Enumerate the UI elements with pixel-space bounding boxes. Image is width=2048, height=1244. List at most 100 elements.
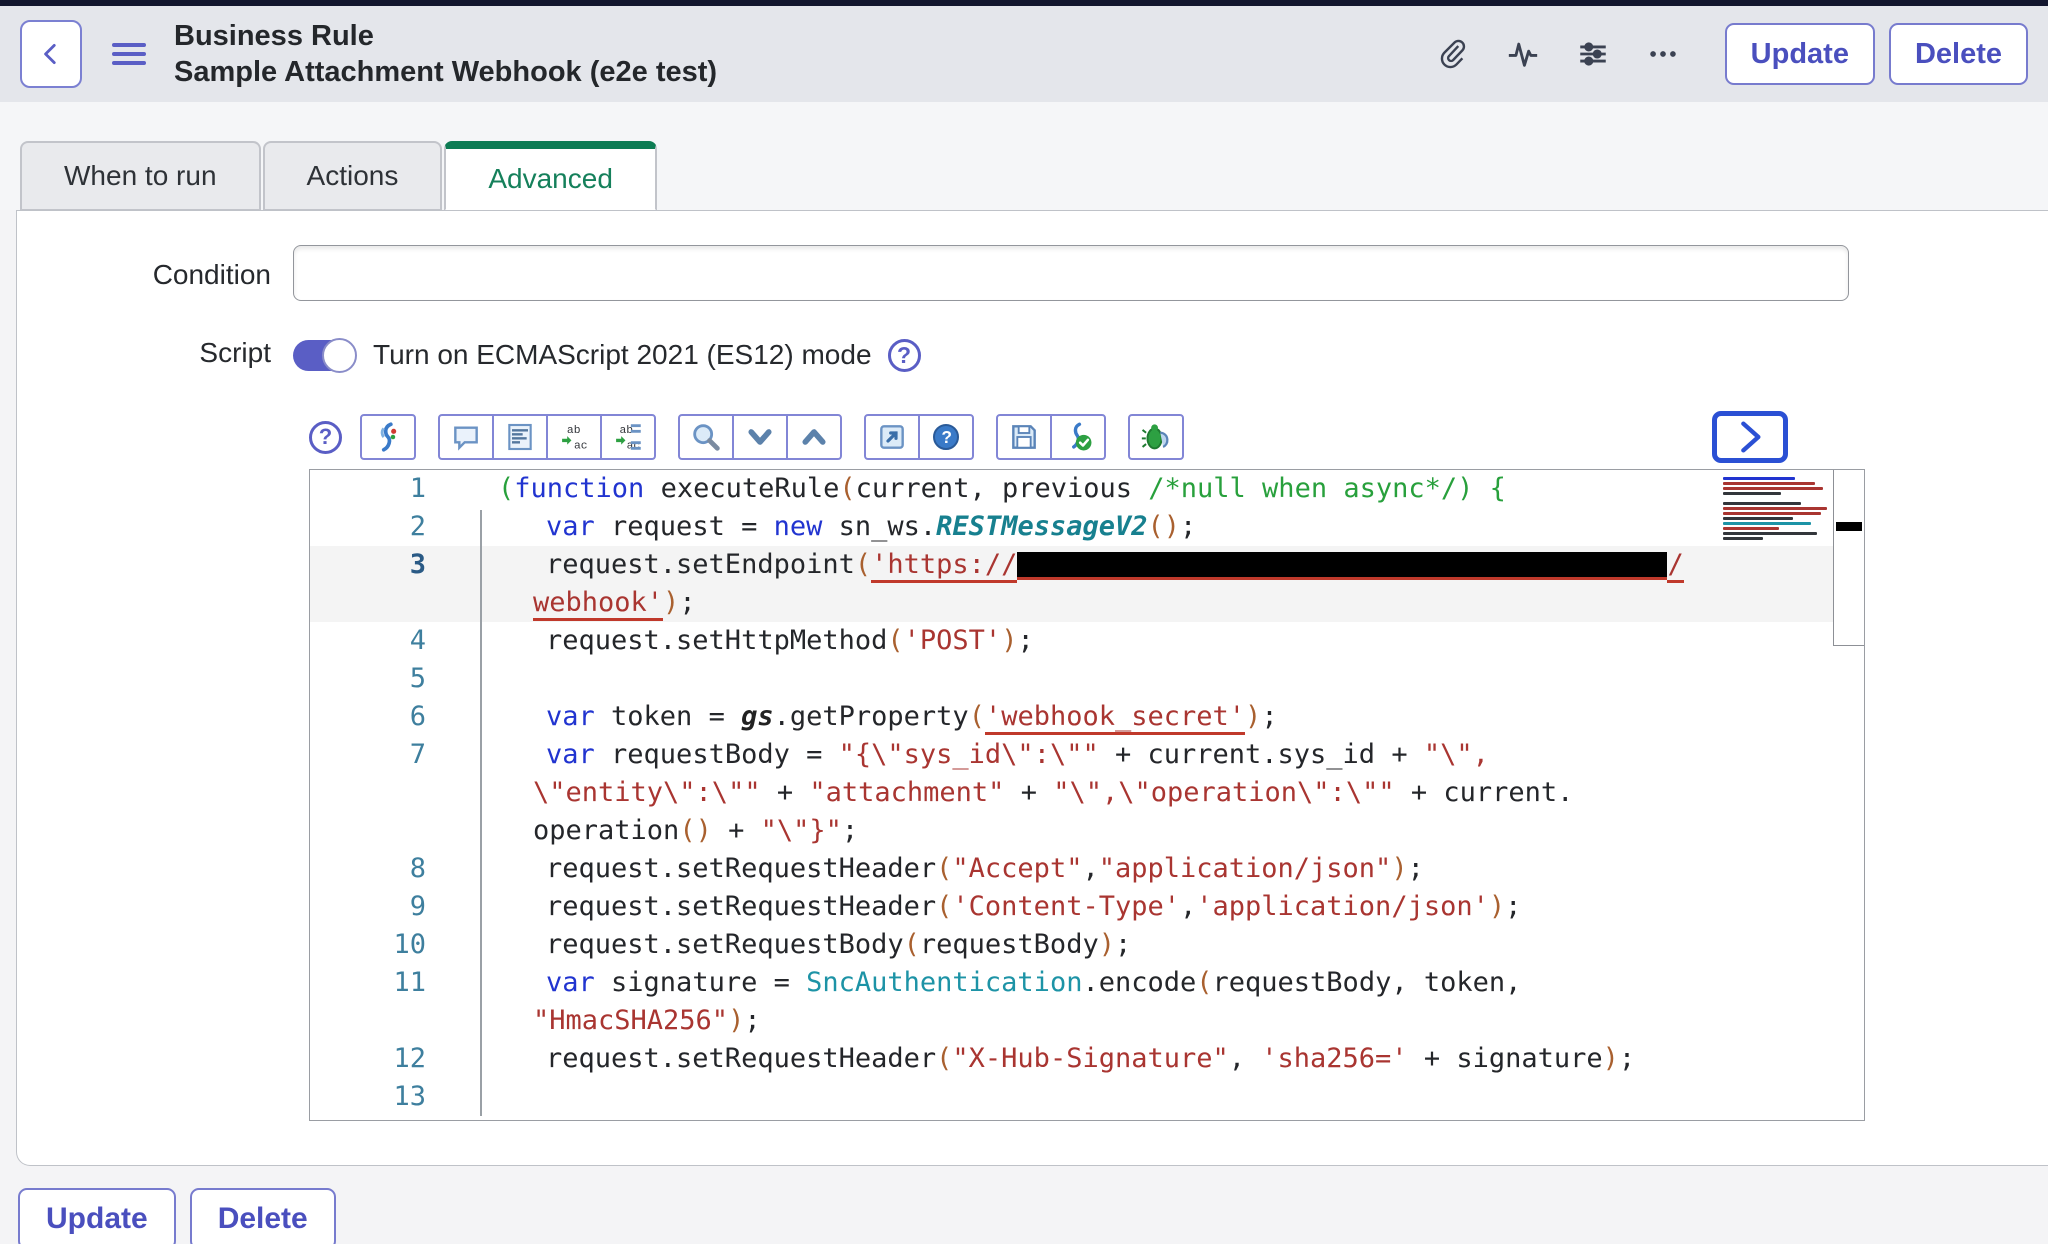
indent-guide [480,510,482,1116]
syntax-check-button[interactable] [1050,414,1106,460]
replace-icon: ab ac [557,420,591,454]
code-text: var signature = SncAuthentication.encode… [458,964,1521,1002]
code-text: request.setRequestHeader("Accept","appli… [458,850,1424,888]
line-number: 5 [310,660,458,698]
update-button-footer[interactable]: Update [18,1188,176,1244]
comment-button[interactable] [438,414,494,460]
svg-text:ac: ac [574,440,588,452]
replace-button[interactable]: ab ac [546,414,602,460]
expand-editor-button[interactable] [1712,411,1788,463]
open-new-window-button[interactable] [864,414,920,460]
code-line[interactable]: 10request.setRequestBody(requestBody); [310,926,1864,964]
code-line[interactable]: webhook'); [310,584,1864,622]
footer-actions: Update Delete [0,1166,2048,1244]
code-text: request.setEndpoint('https:/// [458,546,1684,584]
line-number [310,812,458,850]
redacted-url [1017,552,1667,580]
code-text: (function executeRule(current, previous … [458,470,1506,508]
line-number: 8 [310,850,458,888]
delete-button-footer[interactable]: Delete [190,1188,336,1244]
code-line[interactable]: "HmacSHA256"); [310,1002,1864,1040]
line-number: 12 [310,1040,458,1078]
code-line[interactable]: 12request.setRequestHeader("X-Hub-Signat… [310,1040,1864,1078]
script-code-editor[interactable]: 1(function executeRule(current, previous… [309,469,1865,1121]
chevron-down-icon [745,422,775,452]
code-text: request.setHttpMethod('POST'); [458,622,1034,660]
debug-button[interactable] [1128,414,1184,460]
script-editor-icon [371,420,405,454]
line-number: 11 [310,964,458,1002]
es2021-toggle-label: Turn on ECMAScript 2021 (ES12) mode [373,339,872,371]
code-line[interactable]: 11var signature = SncAuthentication.enco… [310,964,1864,1002]
line-number [310,584,458,622]
line-number: 9 [310,888,458,926]
code-line[interactable]: 3request.setEndpoint('https:/// [310,546,1864,584]
comment-icon [450,421,482,453]
line-number: 1 [310,470,458,508]
find-previous-button[interactable] [786,414,842,460]
update-button[interactable]: Update [1725,23,1875,85]
code-line[interactable]: 2var request = new sn_ws.RESTMessageV2()… [310,508,1864,546]
open-new-window-icon [876,421,908,453]
code-line[interactable]: 1(function executeRule(current, previous… [310,470,1864,508]
svg-text:ab: ab [567,425,581,437]
code-line[interactable]: 13 [310,1078,1864,1116]
line-number: 10 [310,926,458,964]
script-editor-button[interactable] [360,414,416,460]
code-text: var requestBody = "{\"sys_id\":\"" + cur… [458,736,1489,774]
script-label: Script [17,331,293,393]
code-line[interactable]: 5 [310,660,1864,698]
activity-icon[interactable] [1505,36,1541,72]
record-name-title: Sample Attachment Webhook (e2e test) [174,54,717,90]
code-line[interactable]: 4request.setHttpMethod('POST'); [310,622,1864,660]
chevron-up-icon [799,422,829,452]
editor-help-button[interactable]: ? [918,414,974,460]
editor-scrollbar[interactable] [1833,470,1864,646]
replace-all-icon: ab ac [611,420,645,454]
line-number [310,1002,458,1040]
code-text [458,1078,546,1116]
search-icon [689,420,723,454]
line-number: 13 [310,1078,458,1116]
save-icon [1008,421,1040,453]
scrollbar-thumb[interactable] [1836,522,1862,531]
replace-all-button[interactable]: ab ac [600,414,656,460]
code-text: webhook'); [458,584,696,622]
code-text: operation() + "\"}"; [458,812,858,850]
code-line[interactable]: \"entity\":\"" + "attachment" + "\",\"op… [310,774,1864,812]
tab-when-to-run[interactable]: When to run [20,141,261,211]
debug-icon [1139,420,1173,454]
save-button-editor[interactable] [996,414,1052,460]
form-panel: Condition Script Turn on ECMAScript 2021… [16,210,2048,1166]
code-line[interactable]: 8request.setRequestHeader("Accept","appl… [310,850,1864,888]
code-line[interactable]: 6var token = gs.getProperty('webhook_sec… [310,698,1864,736]
es2021-toggle[interactable] [293,340,355,371]
code-line[interactable]: operation() + "\"}"; [310,812,1864,850]
line-number [310,774,458,812]
more-icon[interactable] [1645,36,1681,72]
editor-toolbar: ? [309,411,2048,463]
tab-advanced[interactable]: Advanced [444,141,657,211]
syntax-check-icon [1061,420,1095,454]
delete-button[interactable]: Delete [1889,23,2028,85]
attachment-icon[interactable] [1435,36,1471,72]
expand-chevron-icon [1730,417,1770,457]
code-minimap[interactable] [1720,473,1832,559]
tab-actions[interactable]: Actions [263,141,443,211]
condition-input[interactable] [293,245,1849,301]
format-code-button[interactable] [492,414,548,460]
condition-label: Condition [17,245,293,301]
line-number: 6 [310,698,458,736]
code-text: "HmacSHA256"); [458,1002,761,1040]
find-next-button[interactable] [732,414,788,460]
code-line[interactable]: 7var requestBody = "{\"sys_id\":\"" + cu… [310,736,1864,774]
menu-icon[interactable] [112,38,146,70]
help-icon[interactable]: ? [309,421,342,454]
back-button[interactable] [20,20,82,88]
es2021-help-icon[interactable]: ? [888,339,921,372]
code-line[interactable]: 9request.setRequestHeader('Content-Type'… [310,888,1864,926]
code-text [458,660,546,698]
sliders-icon[interactable] [1575,36,1611,72]
code-text: var request = new sn_ws.RESTMessageV2(); [458,508,1196,546]
search-button[interactable] [678,414,734,460]
